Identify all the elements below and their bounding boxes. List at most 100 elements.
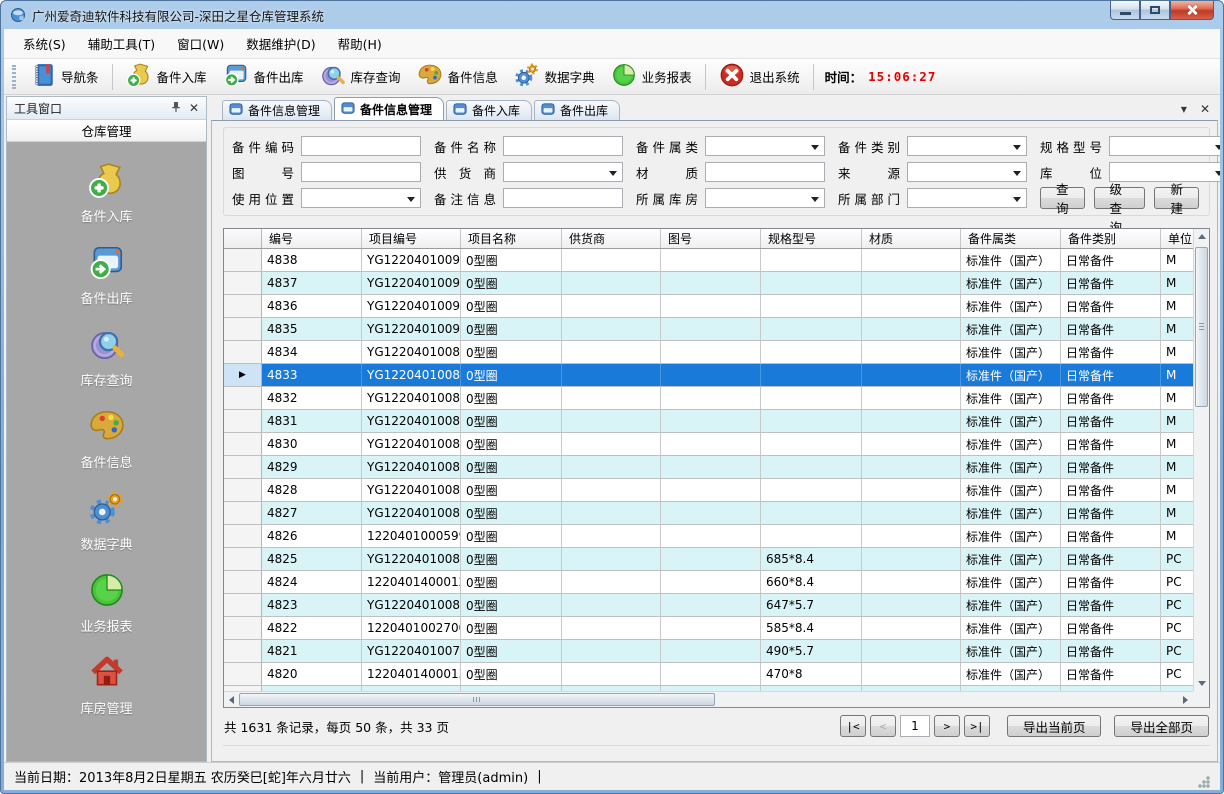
parts-type-select[interactable]: [907, 136, 1027, 156]
toolbar-stock-query-button[interactable]: 库存查询: [312, 59, 409, 94]
row-selector[interactable]: [224, 433, 262, 455]
toolbar-parts-in-button[interactable]: 备件入库: [118, 59, 215, 94]
toolbar-exit-button[interactable]: 退出系统: [711, 59, 808, 94]
column-header-4[interactable]: 图号: [661, 229, 761, 248]
row-selector[interactable]: [224, 571, 262, 593]
row-selector[interactable]: [224, 295, 262, 317]
location-select[interactable]: [1109, 162, 1220, 182]
row-selector[interactable]: [224, 548, 262, 570]
use-position-select[interactable]: [301, 188, 421, 208]
column-header-5[interactable]: 规格型号: [761, 229, 862, 248]
table-row[interactable]: 482212204010027000型圈585*8.4标准件（国产）日常备件PC: [224, 617, 1193, 640]
table-row[interactable]: 4821YG122040100790型圈490*5.7标准件（国产）日常备件PC: [224, 640, 1193, 663]
supplier-select[interactable]: [503, 162, 623, 182]
menu-item-1[interactable]: 辅助工具(T): [77, 29, 166, 58]
menu-item-4[interactable]: 帮助(H): [327, 29, 393, 58]
column-header-0[interactable]: 编号: [262, 229, 362, 248]
prev-page-button[interactable]: <: [870, 715, 896, 737]
menu-item-0[interactable]: 系统(S): [12, 29, 77, 58]
toolbar-navbar-button[interactable]: 导航条: [22, 59, 107, 94]
table-row[interactable]: 482012204014000130型圈470*8标准件（国产）日常备件PC: [224, 663, 1193, 686]
parts-code-input[interactable]: [301, 136, 421, 156]
row-selector[interactable]: [224, 663, 262, 685]
table-row[interactable]: 4830YG122040100850型圈标准件（国产）日常备件M: [224, 433, 1193, 456]
sidebar-item-warehouse[interactable]: 库房管理: [7, 644, 206, 726]
row-selector[interactable]: [224, 617, 262, 639]
source-select[interactable]: [907, 162, 1027, 182]
maximize-button[interactable]: [1140, 1, 1170, 20]
scroll-up-button[interactable]: [1194, 229, 1209, 244]
row-selector[interactable]: [224, 525, 262, 547]
row-selector[interactable]: [224, 479, 262, 501]
material-input[interactable]: [705, 162, 825, 182]
tab-2[interactable]: 备件入库: [446, 100, 532, 120]
vertical-scroll-thumb[interactable]: [1195, 247, 1208, 407]
sidebar-item-parts-in[interactable]: 备件入库: [7, 152, 206, 234]
toolbar-drag-grip[interactable]: [12, 65, 16, 89]
scroll-left-button[interactable]: [224, 692, 239, 707]
table-row[interactable]: 482612204010005990型圈标准件（国产）日常备件M: [224, 525, 1193, 548]
sidebar-item-parts-info[interactable]: 备件信息: [7, 398, 206, 480]
table-row[interactable]: 4827YG122040100820型圈标准件（国产）日常备件M: [224, 502, 1193, 525]
sidebar-item-parts-out[interactable]: 备件出库: [7, 234, 206, 316]
table-row[interactable]: 4829YG122040100840型圈标准件（国产）日常备件M: [224, 456, 1193, 479]
resize-grip[interactable]: [1198, 776, 1210, 788]
new-button[interactable]: 新建: [1154, 187, 1199, 209]
row-selector[interactable]: [224, 640, 262, 662]
parts-category-select[interactable]: [705, 136, 825, 156]
column-header-1[interactable]: 项目编号: [362, 229, 461, 248]
table-row[interactable]: 4825YG122040100810型圈685*8.4标准件（国产）日常备件PC: [224, 548, 1193, 571]
warehouse-select[interactable]: [705, 188, 825, 208]
tab-close-icon[interactable]: ✕: [1200, 102, 1210, 116]
horizontal-scrollbar[interactable]: [224, 691, 1193, 707]
row-selector[interactable]: [224, 502, 262, 524]
table-row[interactable]: 4828YG122040100830型圈标准件（国产）日常备件M: [224, 479, 1193, 502]
table-row[interactable]: 4835YG122040100900型圈标准件（国产）日常备件M: [224, 318, 1193, 341]
table-row[interactable]: 482412204014000120型圈660*8.4标准件（国产）日常备件PC: [224, 571, 1193, 594]
toolbar-parts-info-button[interactable]: 备件信息: [409, 59, 506, 94]
export-all-pages-button[interactable]: 导出全部页: [1114, 715, 1209, 737]
export-current-page-button[interactable]: 导出当前页: [1007, 715, 1102, 737]
department-select[interactable]: [907, 188, 1027, 208]
remark-input[interactable]: [503, 188, 623, 208]
vertical-scrollbar[interactable]: [1193, 229, 1209, 691]
advanced-query-button[interactable]: 高级查询: [1094, 187, 1146, 209]
sidebar-item-data-dict[interactable]: 数据字典: [7, 480, 206, 562]
row-selector[interactable]: [224, 410, 262, 432]
tab-0[interactable]: 备件信息管理: [222, 100, 332, 120]
page-number-input[interactable]: 1: [900, 715, 930, 737]
toolbar-data-dict-button[interactable]: 数据字典: [506, 59, 603, 94]
table-row[interactable]: 4823YG122040100800型圈647*5.7标准件（国产）日常备件PC: [224, 594, 1193, 617]
close-button[interactable]: [1170, 1, 1214, 20]
table-row[interactable]: 4838YG122040100930型圈标准件（国产）日常备件M: [224, 249, 1193, 272]
query-button[interactable]: 查询: [1040, 187, 1085, 209]
table-row[interactable]: ▶4833YG122040100880型圈标准件（国产）日常备件M: [224, 364, 1193, 387]
panel-close-icon[interactable]: ✕: [189, 102, 199, 114]
row-selector[interactable]: ▶: [224, 364, 262, 386]
app-icon[interactable]: [10, 7, 26, 23]
row-selector[interactable]: [224, 272, 262, 294]
menu-item-3[interactable]: 数据维护(D): [235, 29, 326, 58]
table-row[interactable]: 4834YG122040100890型圈标准件（国产）日常备件M: [224, 341, 1193, 364]
pin-icon[interactable]: [170, 101, 182, 115]
column-header-3[interactable]: 供货商: [562, 229, 661, 248]
row-selector[interactable]: [224, 318, 262, 340]
sidebar-item-report[interactable]: 业务报表: [7, 562, 206, 644]
parts-name-input[interactable]: [503, 136, 623, 156]
tab-list-dropdown-icon[interactable]: ▾: [1181, 102, 1187, 116]
spec-model-select[interactable]: [1109, 136, 1220, 156]
table-row[interactable]: 4837YG122040100920型圈标准件（国产）日常备件M: [224, 272, 1193, 295]
drawing-no-input[interactable]: [301, 162, 421, 182]
tab-3[interactable]: 备件出库: [534, 100, 620, 120]
scroll-right-button[interactable]: [1178, 692, 1193, 707]
row-selector[interactable]: [224, 594, 262, 616]
row-selector[interactable]: [224, 387, 262, 409]
titlebar[interactable]: 广州爱奇迪软件科技有限公司-深田之星仓库管理系统: [1, 1, 1223, 29]
sidebar-item-stock-query[interactable]: 库存查询: [7, 316, 206, 398]
column-header-8[interactable]: 备件类别: [1061, 229, 1161, 248]
minimize-button[interactable]: [1110, 1, 1140, 20]
toolbar-parts-out-button[interactable]: 备件出库: [215, 59, 312, 94]
column-header-7[interactable]: 备件属类: [961, 229, 1061, 248]
horizontal-scroll-thumb[interactable]: [239, 693, 715, 706]
first-page-button[interactable]: |<: [840, 715, 866, 737]
